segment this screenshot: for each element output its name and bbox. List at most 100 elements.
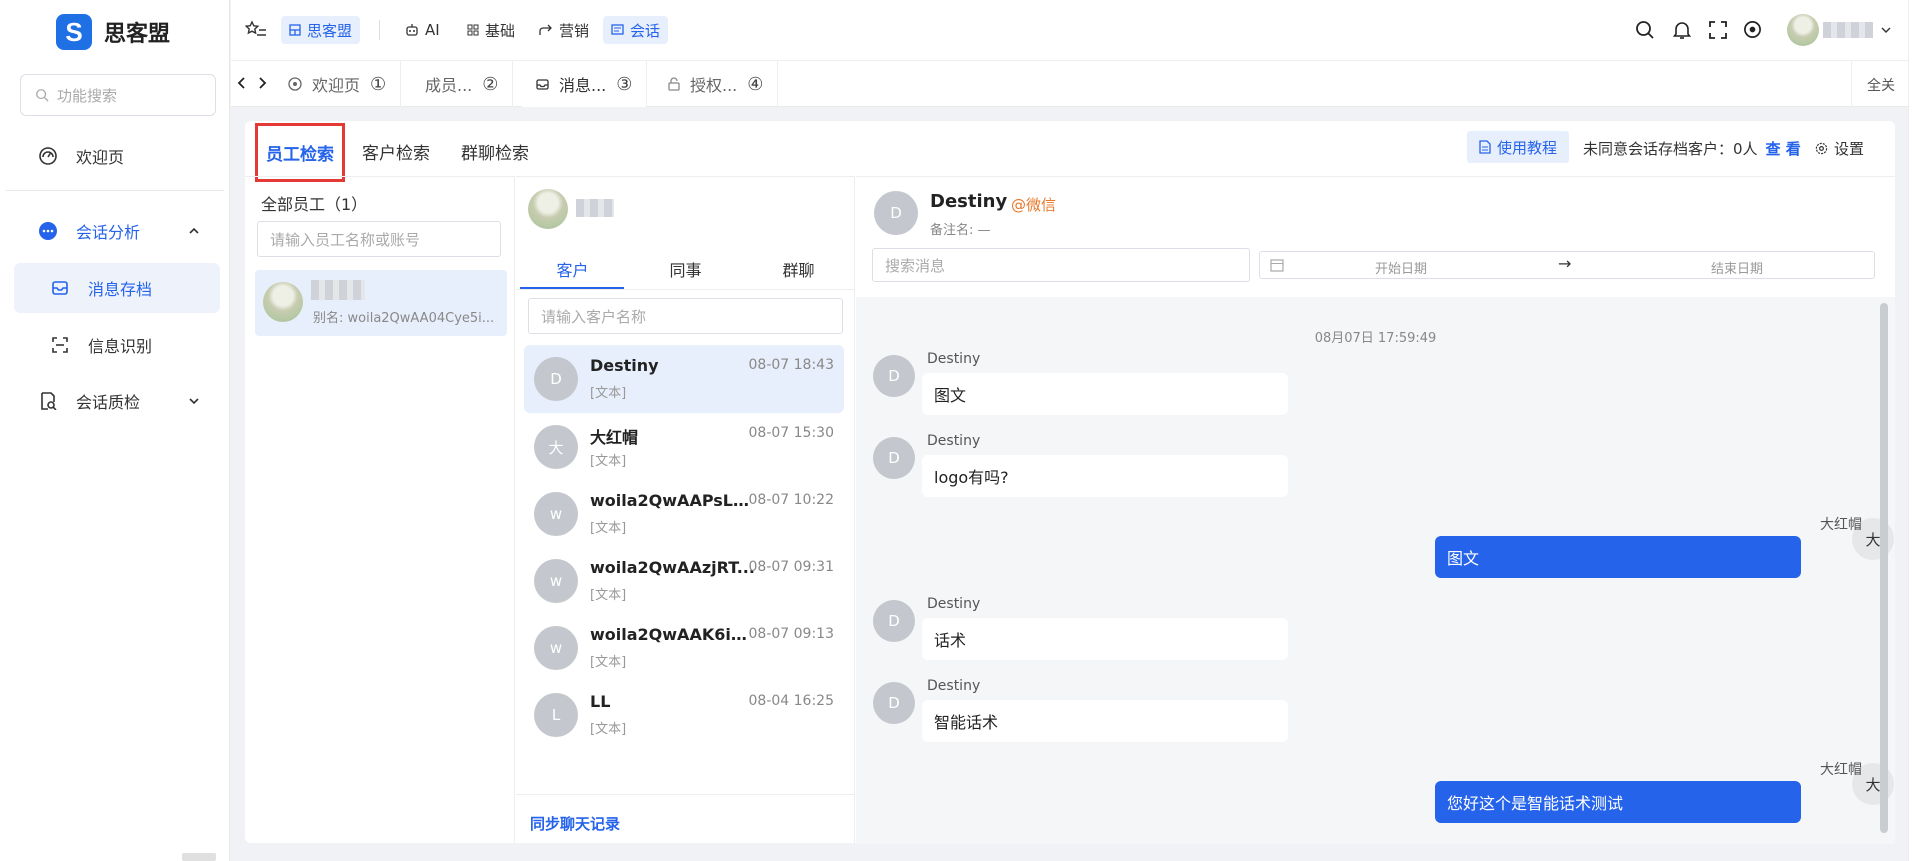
tab-authorization[interactable]: 授权... ④ (654, 61, 779, 107)
sync-label: 同步聊天记录 (530, 815, 621, 833)
top-menu-session[interactable]: 会话 (603, 16, 669, 44)
employee-search-input[interactable]: 请输入员工名称或账号 (257, 221, 501, 257)
top-divider (379, 20, 380, 40)
top-menu-marketing[interactable]: 营销 (531, 16, 597, 44)
contact-time: 08-07 18:43 (748, 357, 834, 373)
employee-row[interactable]: 别名: woila2QwAA04Cye5i... (255, 270, 507, 336)
fullscreen-icon[interactable] (1709, 21, 1727, 39)
settings-label: 设置 (1834, 140, 1865, 158)
user-avatar[interactable] (1787, 14, 1819, 46)
unconsented-customers: 未同意会话存档客户：0人 查 看 (1583, 138, 1801, 159)
sidebar-item-quality-inspection[interactable]: 会话质检 (0, 376, 230, 426)
sidebar-item-session-analysis[interactable]: 会话分析 (0, 206, 230, 256)
contact-tab-customer[interactable]: 客户 (516, 257, 629, 281)
search-icon[interactable] (1635, 20, 1655, 40)
star-list-icon[interactable] (245, 20, 267, 40)
contact-name: LL (590, 692, 611, 711)
top-menu-label: 思客盟 (307, 21, 353, 40)
employee-name-blurred (311, 280, 365, 300)
chevron-left-icon[interactable] (237, 77, 247, 89)
sidebar-item-message-archive[interactable]: 消息存档 (14, 263, 220, 313)
search-tab-group[interactable]: 群聊检索 (461, 139, 529, 164)
contact-tab-group[interactable]: 群聊 (742, 257, 855, 281)
message-scrollbar[interactable] (1880, 303, 1888, 833)
page-scrollbar[interactable] (1908, 0, 1920, 861)
chevron-right-icon[interactable] (257, 77, 267, 89)
tutorial-button[interactable]: 使用教程 (1467, 131, 1570, 163)
share-icon (539, 24, 553, 36)
contact-avatar: w (534, 492, 578, 536)
message-bubble[interactable]: logo有吗? (922, 455, 1288, 497)
close-all-button[interactable]: 全关 (1867, 75, 1895, 95)
message-avatar: D (873, 682, 915, 724)
top-menu-sikemeng[interactable]: 思客盟 (281, 16, 361, 44)
customer-search-input[interactable]: 请输入客户名称 (528, 298, 843, 334)
message-bubble[interactable]: 图文 (1435, 536, 1801, 578)
contact-avatar: L (534, 693, 578, 737)
contact-row[interactable]: w woila2QwAAK6ia... 08-07 09:13 [文本] (524, 614, 844, 682)
chevron-up-icon (188, 225, 200, 237)
sidebar-collapse-handle[interactable] (182, 853, 216, 861)
sync-chat-history-button[interactable]: 同步聊天记录 (516, 794, 855, 844)
tab-welcome[interactable]: 欢迎页 ① (274, 61, 402, 107)
sidebar-item-label: 会话质检 (76, 393, 141, 412)
document-icon (1479, 140, 1491, 154)
message-bubble[interactable]: 图文 (922, 373, 1288, 415)
bell-icon[interactable] (1673, 20, 1691, 40)
contact-time: 08-07 09:13 (748, 626, 834, 642)
contact-row[interactable]: L LL 08-04 16:25 [文本] (524, 681, 844, 749)
contact-row[interactable]: D Destiny 08-07 18:43 [文本] (524, 345, 844, 413)
chevron-down-icon[interactable] (1881, 26, 1891, 34)
message-bubble[interactable]: 智能话术 (922, 700, 1288, 742)
message-avatar: D (873, 600, 915, 642)
tab-label: 授权... (690, 76, 738, 95)
employee-panel: 全部员工（1） 请输入员工名称或账号 别名: woila2QwAA04Cye5i… (245, 176, 515, 843)
contact-row[interactable]: 大 大红帽 08-07 15:30 [文本] (524, 413, 844, 481)
top-menu-label: 基础 (485, 21, 516, 40)
date-range-arrow: → (1558, 254, 1572, 273)
message-bubble[interactable]: 话术 (922, 618, 1288, 660)
contact-preview: [文本] (590, 386, 627, 401)
contact-tab-colleague[interactable]: 同事 (629, 257, 742, 281)
search-tab-customer[interactable]: 客户检索 (362, 139, 430, 164)
view-link[interactable]: 查 看 (1766, 138, 1801, 159)
sidebar-item-label: 消息存档 (88, 280, 153, 299)
top-bar: 思客盟 AI 基础 营销 会话 (231, 0, 1920, 61)
tab-label: 欢迎页 (312, 76, 361, 95)
message-sender: Destiny (927, 351, 981, 367)
contact-time: 08-07 09:31 (748, 559, 834, 575)
search-tab-employee[interactable]: 员工检索 (255, 123, 345, 182)
top-menu-ai[interactable]: AI (397, 16, 448, 44)
message-search-input[interactable]: 搜索消息 (872, 248, 1250, 282)
message-sender: Destiny (927, 678, 981, 694)
contact-row[interactable]: w woila2QwAAzjRT... 08-07 09:31 [文本] (524, 547, 844, 615)
app-name: 思客盟 (104, 22, 171, 47)
page-tab-bar: 欢迎页 ① 成员... ② 消息... ③ 授权... ④ 全关 (231, 61, 1920, 107)
date-range-picker[interactable]: 开始日期 → 结束日期 (1259, 251, 1875, 279)
robot-icon (405, 23, 419, 37)
app-logo[interactable]: S 思客盟 (56, 12, 170, 52)
inspect-icon (38, 391, 58, 411)
tab-message-archive[interactable]: 消息... ③ (522, 61, 648, 107)
tab-members[interactable]: 成员... ② (411, 61, 514, 107)
contact-name: woila2QwAAK6ia... (590, 625, 755, 644)
contact-preview: [文本] (590, 722, 627, 737)
contact-row[interactable]: w woila2QwAAPsLA... 08-07 10:22 [文本] (524, 480, 844, 548)
message-bubble[interactable]: 您好这个是智能话术测试 (1435, 781, 1801, 823)
sidebar-item-info-recognition[interactable]: 信息识别 (0, 320, 230, 370)
logo-mark: S (56, 14, 92, 50)
sidebar-item-welcome[interactable]: 欢迎页 (0, 131, 230, 181)
settings-icon[interactable] (1743, 20, 1762, 39)
sidebar-item-label: 会话分析 (76, 223, 141, 242)
settings-button[interactable]: 设置 (1815, 138, 1864, 159)
message-avatar: D (873, 437, 915, 479)
contact-name: 大红帽 (590, 428, 639, 447)
apps-icon (467, 24, 479, 36)
search-icon (35, 88, 49, 102)
end-date-input[interactable]: 结束日期 (1711, 258, 1763, 277)
start-date-input[interactable]: 开始日期 (1375, 258, 1427, 277)
top-menu-basic[interactable]: 基础 (459, 16, 523, 44)
contact-name: woila2QwAAPsLA... (590, 491, 755, 510)
function-search-input[interactable]: 功能搜索 (20, 74, 216, 116)
message-list[interactable]: 08月07日 17:59:49 D Destiny 图文 D Destiny l… (856, 297, 1895, 844)
